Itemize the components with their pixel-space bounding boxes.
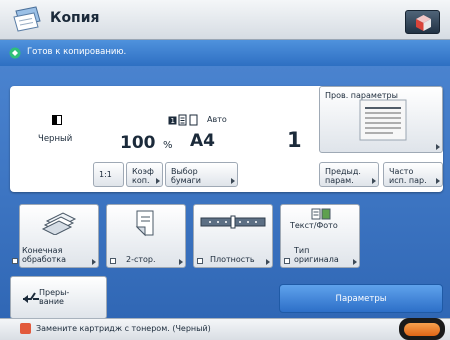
small-mark-icon [110, 258, 116, 264]
zoom-factor-button[interactable]: Коэф коп. [126, 162, 163, 187]
favorites-button[interactable]: Часто исп. пар. [383, 162, 443, 187]
home-cube-icon [416, 15, 431, 31]
zoom-unit: % [163, 140, 173, 151]
copies-value: 1 [287, 128, 302, 152]
chevron-right-icon [266, 259, 270, 265]
chevron-right-icon [92, 259, 96, 265]
status-monitor-icon [404, 323, 440, 336]
status-message: Готов к копированию. [27, 47, 127, 57]
prev-settings-label-2: парам. [325, 176, 354, 185]
original-type-label-2: оригинала [294, 255, 339, 264]
favorites-label-1: Часто [389, 167, 414, 176]
paper-source-icon: 1 [168, 114, 198, 126]
text-photo-icon [311, 208, 331, 220]
small-mark-icon [284, 258, 290, 264]
prev-settings-label-1: Предыд. [325, 167, 361, 176]
small-mark-icon [12, 258, 18, 264]
ratio-button[interactable]: 1:1 [93, 162, 124, 187]
chevron-right-icon [179, 259, 183, 265]
interrupt-label-2: вание [39, 297, 64, 306]
paper-size-value: A4 [190, 131, 215, 151]
parameters-label: Параметры [335, 294, 387, 304]
duplex-icon [135, 210, 154, 237]
svg-text:1: 1 [171, 117, 175, 125]
original-type-caption: Текст/Фото [290, 221, 338, 230]
original-type-label-1: Тип [294, 246, 310, 255]
ratio-button-label: 1:1 [99, 170, 112, 179]
zoom-factor-label-1: Коэф [132, 167, 154, 176]
app-title: Копия [50, 10, 100, 26]
chevron-right-icon [372, 178, 376, 184]
copy-icon [13, 6, 41, 32]
status-monitor-button[interactable] [399, 318, 445, 340]
zoom-factor-label-2: коп. [132, 176, 150, 185]
color-mode-label: Черный [38, 134, 73, 144]
small-mark-icon [197, 258, 203, 264]
finishing-label-2: обработка [22, 255, 67, 264]
prev-settings-button[interactable]: Предыд. парам. [319, 162, 379, 187]
warning-text: Замените картридж с тонером. (Черный) [36, 324, 211, 333]
chevron-right-icon [231, 178, 235, 184]
chevron-right-icon [436, 178, 440, 184]
zoom-value: 100 [120, 133, 156, 153]
density-slider-icon [200, 215, 266, 229]
home-button[interactable] [405, 10, 440, 34]
finishing-label-1: Конечная [22, 246, 63, 255]
color-mode-icon [52, 115, 62, 125]
paper-select-label-1: Выбор [171, 167, 198, 176]
document-preview-icon [359, 99, 407, 141]
interrupt-arrow-icon [23, 292, 39, 303]
finishing-icon [41, 212, 77, 235]
chevron-right-icon [353, 259, 357, 265]
favorites-label-2: исп. пар. [389, 176, 427, 185]
paper-select-label-2: бумаги [171, 176, 202, 185]
density-label: Плотность [210, 255, 255, 264]
parameters-button[interactable]: Параметры [279, 284, 443, 313]
paper-mode-label: Авто [207, 115, 227, 124]
interrupt-label-1: Преры- [39, 288, 70, 297]
ready-icon [9, 47, 21, 59]
duplex-label: 2-стор. [126, 255, 156, 264]
warning-icon [20, 323, 31, 334]
chevron-right-icon [436, 144, 440, 150]
chevron-right-icon [156, 178, 160, 184]
paper-select-button[interactable]: Выбор бумаги [165, 162, 238, 187]
